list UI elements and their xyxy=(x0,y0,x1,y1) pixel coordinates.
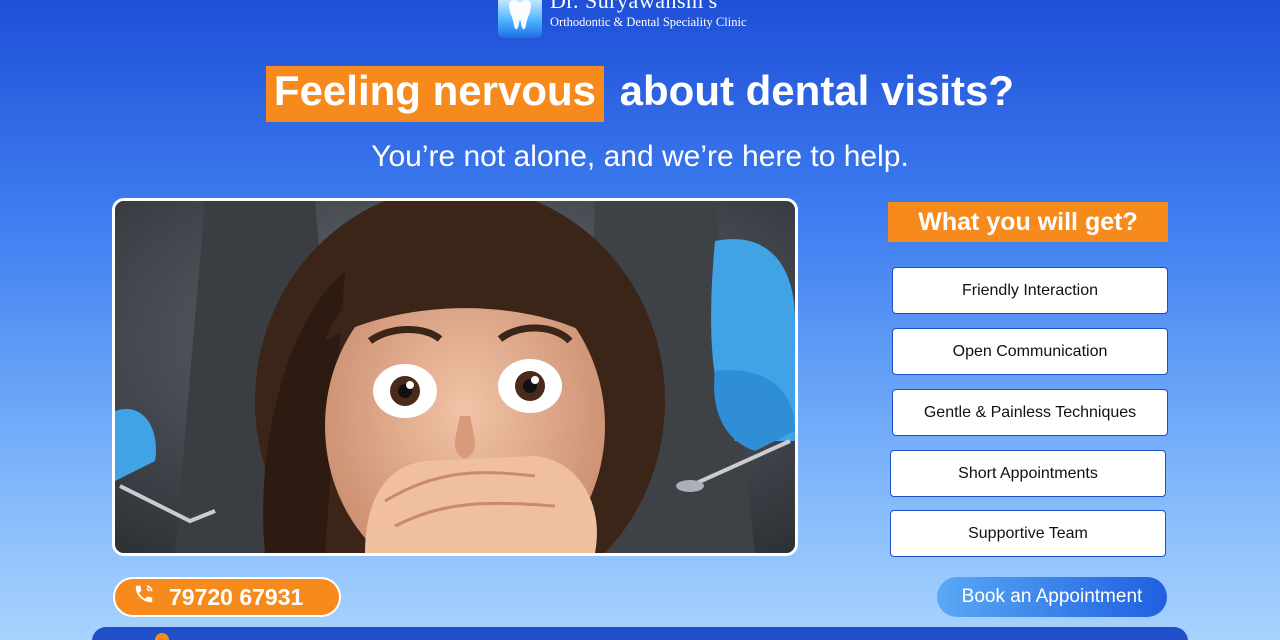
tooth-logo-icon xyxy=(498,0,542,38)
benefit-item: Supportive Team xyxy=(890,510,1166,557)
bottom-dot-icon xyxy=(155,633,169,640)
headline-rest: about dental visits? xyxy=(619,67,1015,114)
clinic-name: Dr. Suryawanshi's xyxy=(550,0,718,13)
phone-call-button[interactable]: 79720 67931 xyxy=(113,577,341,617)
benefit-item: Friendly Interaction xyxy=(892,267,1168,314)
benefits-title: What you will get? xyxy=(888,202,1168,242)
clinic-subtitle: Orthodontic & Dental Speciality Clinic xyxy=(550,15,747,29)
phone-icon xyxy=(133,583,155,611)
benefit-item: Gentle & Painless Techniques xyxy=(892,389,1168,436)
benefit-item: Short Appointments xyxy=(890,450,1166,497)
subheadline: You’re not alone, and we’re here to help… xyxy=(371,140,909,173)
bottom-bar xyxy=(92,627,1188,640)
book-appointment-button[interactable]: Book an Appointment xyxy=(937,577,1167,617)
nervous-child-photo xyxy=(112,198,798,556)
benefit-item: Open Communication xyxy=(892,328,1168,375)
headline: Feeling nervous about dental visits? xyxy=(0,66,1280,122)
phone-number: 79720 67931 xyxy=(169,583,304,610)
clinic-logo: Dr. Suryawanshi's Orthodontic & Dental S… xyxy=(498,0,747,38)
headline-highlight: Feeling nervous xyxy=(265,66,604,122)
